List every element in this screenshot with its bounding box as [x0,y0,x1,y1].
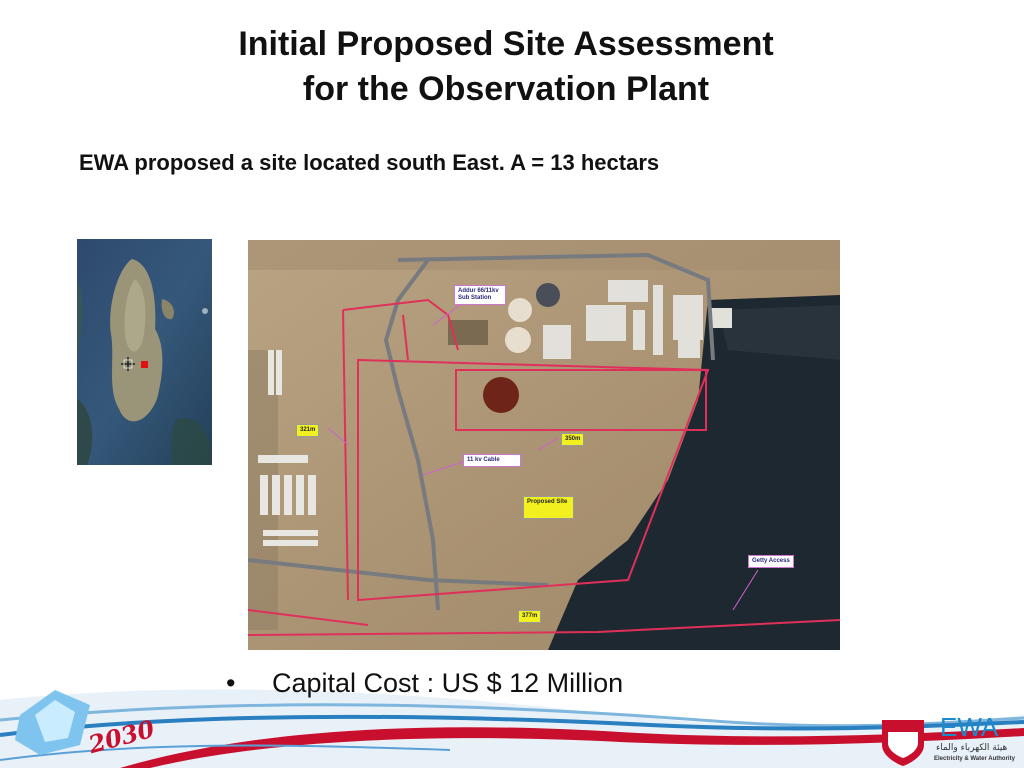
title-line-1: Initial Proposed Site Assessment [238,25,774,63]
ewa-logo-arabic: هيئة الكهرباء والماء [936,743,1008,753]
bahrain-emblem-icon [882,720,924,766]
title-line-2: for the Observation Plant [302,70,710,108]
capital-cost-text: Capital Cost : US $ 12 Million [272,668,624,698]
slide-subtitle: EWA proposed a site located south East. … [79,150,660,175]
jetty-access-label: Getty Access [748,555,794,568]
ewa-logo-english: Electricity & Water Authority [934,756,1015,762]
bullet-point: • [226,668,236,698]
capital-cost-bullet: • Capital Cost : US $ 12 Million [226,668,623,699]
distance-350m-label: 350m [561,433,585,446]
ewa-logo: EWA هيئة الكهرباء والماء Electricity & W… [874,710,1024,768]
proposed-site-label: Proposed Site [523,496,574,519]
site-marker [141,361,148,368]
distance-377m-label: 377m [518,610,542,623]
locator-map-image [77,239,212,465]
aerial-site-image: Addur 66/11kv Sub Station 321m 350m 11 k… [248,240,840,650]
cable-label: 11 kv Cable [463,454,521,467]
slide-title: Initial Proposed Site Assessment for the… [0,22,1012,112]
substation-label: Addur 66/11kv Sub Station [454,285,506,305]
distance-321m-label: 321m [296,424,320,437]
ewa-logo-text: EWA [940,712,999,742]
